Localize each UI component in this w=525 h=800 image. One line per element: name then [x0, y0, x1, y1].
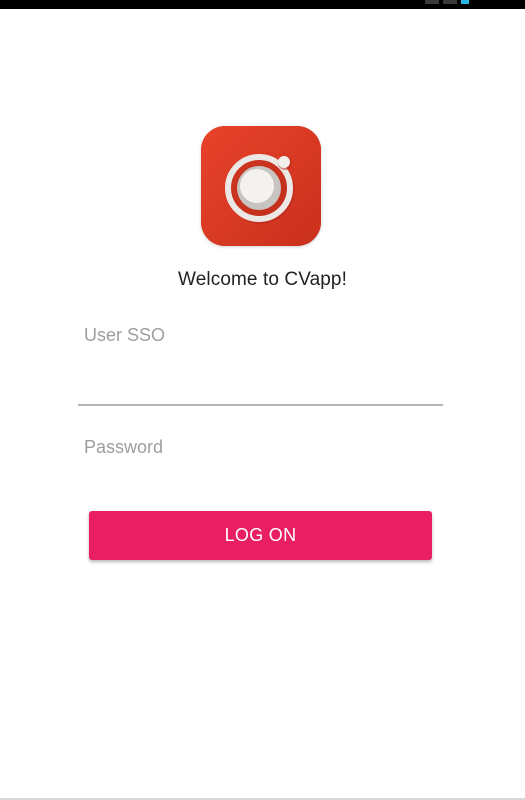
user-sso-field[interactable]	[78, 318, 443, 408]
user-sso-input[interactable]	[84, 322, 439, 348]
password-field[interactable]	[78, 430, 443, 470]
ionic-logo-icon	[201, 126, 321, 246]
user-sso-underline	[78, 404, 443, 406]
log-on-button[interactable]: LOG ON	[89, 511, 432, 560]
app-logo	[201, 126, 321, 246]
signal-icon	[425, 0, 439, 4]
status-icons	[425, 0, 469, 5]
battery-icon	[461, 0, 469, 4]
login-screen: Welcome to CVapp! LOG ON	[0, 0, 525, 800]
wifi-icon	[443, 0, 457, 4]
status-bar	[0, 0, 525, 9]
welcome-text: Welcome to CVapp!	[178, 269, 347, 290]
password-input[interactable]	[84, 434, 439, 460]
